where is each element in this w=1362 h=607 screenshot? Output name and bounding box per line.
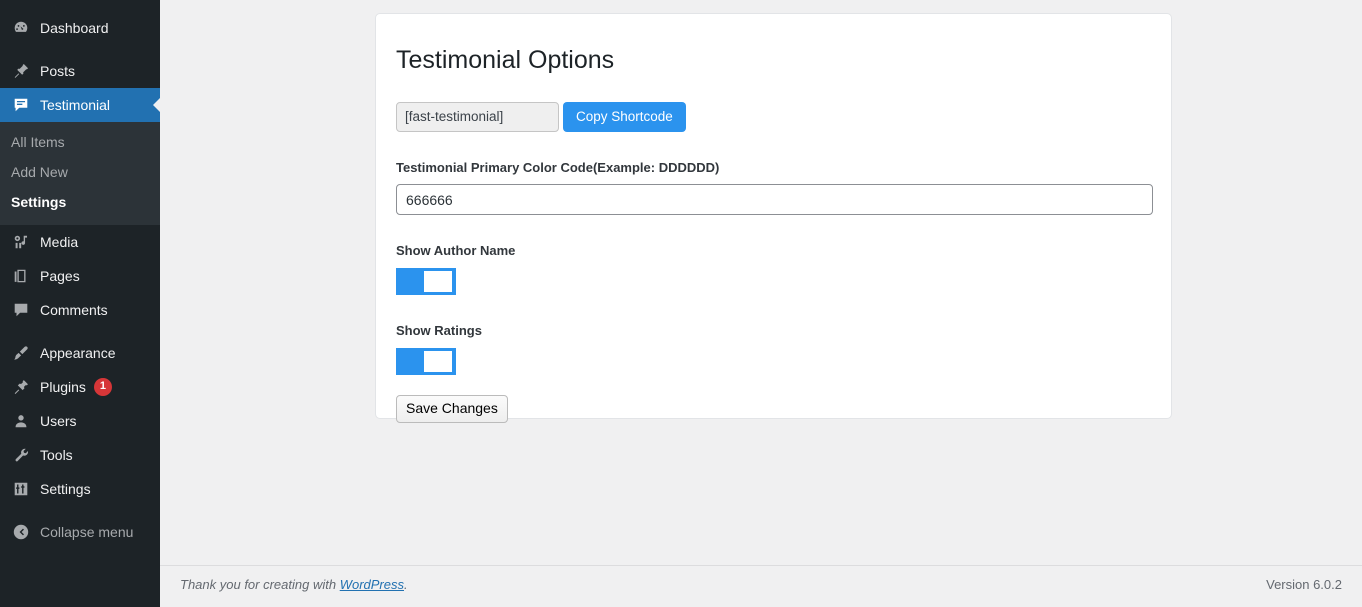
show-author-name-label: Show Author Name xyxy=(396,243,516,259)
sidebar-item-label: Comments xyxy=(40,301,108,318)
footer-thanks-suffix: . xyxy=(404,577,408,592)
dashboard-icon xyxy=(11,18,31,38)
sliders-icon xyxy=(11,479,31,499)
sidebar-separator xyxy=(0,506,160,515)
sidebar-item-plugins[interactable]: Plugins 1 xyxy=(0,370,160,404)
wordpress-link[interactable]: WordPress xyxy=(340,577,404,592)
page-title: Testimonial Options xyxy=(396,46,615,74)
speech-bubble-icon xyxy=(11,95,31,115)
sidebar-item-settings[interactable]: Settings xyxy=(0,472,160,506)
toggle-knob xyxy=(424,351,452,373)
wrench-icon xyxy=(11,445,31,465)
submenu-item-all-items[interactable]: All Items xyxy=(0,127,160,157)
shortcode-input[interactable] xyxy=(396,101,559,132)
sidebar-item-label: Plugins xyxy=(40,378,86,395)
primary-color-input[interactable] xyxy=(396,184,1153,216)
collapse-menu-button[interactable]: Collapse menu xyxy=(0,515,160,549)
footer-thanks: Thank you for creating with WordPress. xyxy=(180,577,408,592)
collapse-menu-label: Collapse menu xyxy=(40,523,134,540)
sidebar-top-spacer xyxy=(0,0,160,11)
testimonial-options-card: Testimonial Options Copy Shortcode Testi… xyxy=(375,13,1172,423)
plugins-update-badge: 1 xyxy=(93,377,112,396)
paintbrush-icon xyxy=(11,343,31,363)
collapse-arrow-icon xyxy=(11,522,31,542)
footer-version: Version 6.0.2 xyxy=(1266,577,1342,592)
plug-icon xyxy=(11,377,31,397)
sidebar-item-label: Testimonial xyxy=(40,97,111,113)
sidebar-separator xyxy=(0,45,160,54)
sidebar-item-dashboard[interactable]: Dashboard xyxy=(0,11,160,45)
sidebar-item-label: Appearance xyxy=(40,344,116,361)
sidebar-separator xyxy=(0,327,160,336)
testimonial-submenu: All Items Add New Settings xyxy=(0,122,160,225)
sidebar-item-label: Settings xyxy=(40,480,91,497)
media-icon xyxy=(11,232,31,252)
user-icon xyxy=(11,411,31,431)
sidebar-item-label: Dashboard xyxy=(40,20,109,36)
sidebar-item-users[interactable]: Users xyxy=(0,404,160,438)
footer-thanks-prefix: Thank you for creating with xyxy=(180,577,340,592)
save-changes-button[interactable]: Save Changes xyxy=(396,395,508,423)
sidebar-item-pages[interactable]: Pages xyxy=(0,259,160,293)
sidebar-item-tools[interactable]: Tools xyxy=(0,438,160,472)
active-menu-arrow-icon xyxy=(153,97,160,113)
admin-sidebar: Dashboard Posts Testimonial All Items Ad… xyxy=(0,0,160,607)
admin-footer: Thank you for creating with WordPress. V… xyxy=(160,565,1362,607)
sidebar-item-testimonial[interactable]: Testimonial xyxy=(0,88,160,122)
wordpress-admin-screen: Dashboard Posts Testimonial All Items Ad… xyxy=(0,0,1362,607)
main-content: Testimonial Options Copy Shortcode Testi… xyxy=(160,0,1362,607)
sidebar-item-comments[interactable]: Comments xyxy=(0,293,160,327)
submenu-item-add-new[interactable]: Add New xyxy=(0,157,160,187)
shortcode-row: Copy Shortcode xyxy=(376,77,1171,132)
sidebar-item-label: Pages xyxy=(40,267,80,284)
sidebar-item-appearance[interactable]: Appearance xyxy=(0,336,160,370)
pages-icon xyxy=(11,266,31,286)
toggle-knob xyxy=(424,271,452,293)
sidebar-item-label: Tools xyxy=(40,446,73,463)
sidebar-item-media[interactable]: Media xyxy=(0,225,160,259)
submenu-item-settings[interactable]: Settings xyxy=(0,187,160,217)
sidebar-item-label: Users xyxy=(40,412,77,429)
show-ratings-toggle[interactable] xyxy=(396,348,456,376)
sidebar-item-label: Media xyxy=(40,233,79,250)
pin-icon xyxy=(11,61,31,81)
primary-color-label: Testimonial Primary Color Code(Example: … xyxy=(396,159,720,175)
comment-icon xyxy=(11,300,31,320)
sidebar-item-posts[interactable]: Posts xyxy=(0,54,160,88)
show-ratings-label: Show Ratings xyxy=(396,323,482,339)
show-author-name-toggle[interactable] xyxy=(396,268,456,296)
sidebar-item-label: Posts xyxy=(40,63,76,79)
copy-shortcode-button[interactable]: Copy Shortcode xyxy=(563,101,686,132)
